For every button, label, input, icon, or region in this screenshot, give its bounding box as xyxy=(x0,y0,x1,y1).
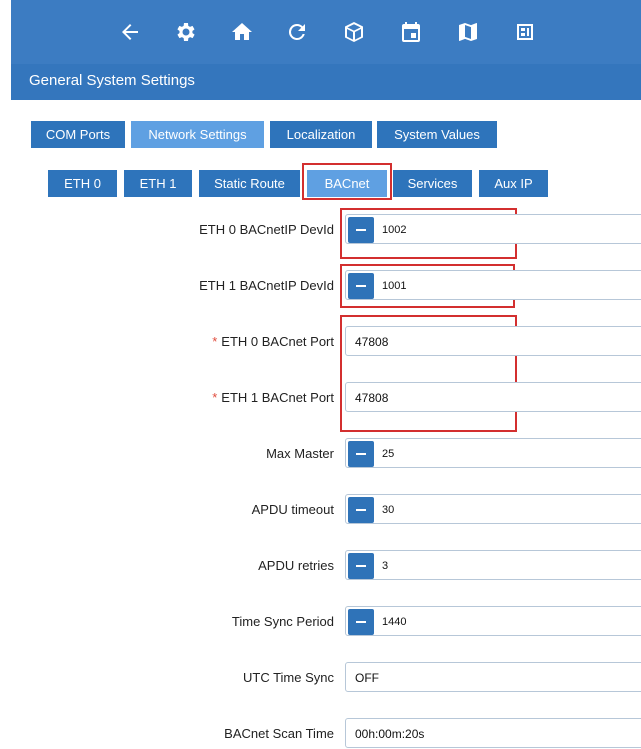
eth0-devid-stepper[interactable]: 1002 xyxy=(345,214,641,244)
decrement-button[interactable] xyxy=(348,497,374,523)
apdu-retries-stepper[interactable]: 3 xyxy=(345,550,641,580)
apdu-timeout-value: 30 xyxy=(382,504,395,516)
tab-localization[interactable]: Localization xyxy=(270,121,372,148)
eth1-port-value: 47808 xyxy=(355,391,389,405)
title-bar: General System Settings xyxy=(11,64,641,100)
time-sync-period-value: 1440 xyxy=(382,616,407,628)
apdu-timeout-label: APDU timeout xyxy=(251,502,334,517)
decrement-button[interactable] xyxy=(348,441,374,467)
back-arrow-icon[interactable] xyxy=(116,18,144,46)
decrement-button[interactable] xyxy=(348,273,374,299)
time-sync-period-label: Time Sync Period xyxy=(231,614,334,629)
apdu-retries-label: APDU retries xyxy=(258,558,334,573)
eth1-devid-label: ETH 1 BACnetIP DevId xyxy=(199,278,334,293)
eth0-port-input[interactable]: 47808 xyxy=(345,326,641,356)
subtab-eth0[interactable]: ETH 0 xyxy=(48,170,117,197)
subtab-aux-ip[interactable]: Aux IP xyxy=(479,170,548,197)
required-marker: * xyxy=(212,334,218,349)
bacnet-scan-time-value: 00h:00m:20s xyxy=(355,727,425,741)
eth1-devid-stepper[interactable]: 1001 xyxy=(345,270,641,300)
decrement-button[interactable] xyxy=(348,609,374,635)
max-master-value: 25 xyxy=(382,448,395,460)
utc-time-sync-label: UTC Time Sync xyxy=(242,670,334,685)
subtab-eth1[interactable]: ETH 1 xyxy=(124,170,192,197)
minus-icon xyxy=(356,453,366,455)
map-icon[interactable] xyxy=(454,18,482,46)
page-title: General System Settings xyxy=(29,72,195,89)
eth0-devid-value: 1002 xyxy=(382,224,407,236)
calendar-icon[interactable] xyxy=(397,18,425,46)
subtab-static-route[interactable]: Static Route xyxy=(199,170,300,197)
eth0-port-value: 47808 xyxy=(355,335,389,349)
bacnet-scan-time-input[interactable]: 00h:00m:20s xyxy=(345,718,641,748)
dashboard-icon[interactable] xyxy=(511,18,539,46)
bacnet-tab-highlight xyxy=(302,163,392,200)
tab-system-values[interactable]: System Values xyxy=(377,121,497,148)
eth1-port-label: * ETH 1 BACnet Port xyxy=(212,390,334,405)
decrement-button[interactable] xyxy=(348,217,374,243)
minus-icon xyxy=(356,509,366,511)
bacnet-scan-time-label: BACnet Scan Time xyxy=(224,726,334,741)
refresh-icon[interactable] xyxy=(283,18,311,46)
home-icon[interactable] xyxy=(228,18,256,46)
tab-network-settings[interactable]: Network Settings xyxy=(131,121,264,148)
minus-icon xyxy=(356,229,366,231)
tab-com-ports[interactable]: COM Ports xyxy=(31,121,125,148)
utc-time-sync-select[interactable]: OFF xyxy=(345,662,641,692)
top-toolbar xyxy=(11,0,641,64)
utc-time-sync-value: OFF xyxy=(355,671,379,685)
required-marker: * xyxy=(212,390,218,405)
cube-icon[interactable] xyxy=(340,18,368,46)
minus-icon xyxy=(356,621,366,623)
time-sync-period-stepper[interactable]: 1440 xyxy=(345,606,641,636)
subtab-services[interactable]: Services xyxy=(393,170,472,197)
eth1-port-input[interactable]: 47808 xyxy=(345,382,641,412)
minus-icon xyxy=(356,285,366,287)
minus-icon xyxy=(356,565,366,567)
eth0-devid-label: ETH 0 BACnetIP DevId xyxy=(199,222,334,237)
max-master-label: Max Master xyxy=(266,446,334,461)
gear-icon[interactable] xyxy=(171,18,199,46)
apdu-timeout-stepper[interactable]: 30 xyxy=(345,494,641,524)
decrement-button[interactable] xyxy=(348,553,374,579)
apdu-retries-value: 3 xyxy=(382,560,389,572)
eth1-devid-value: 1001 xyxy=(382,280,407,292)
eth0-port-label: * ETH 0 BACnet Port xyxy=(212,334,334,349)
max-master-stepper[interactable]: 25 xyxy=(345,438,641,468)
